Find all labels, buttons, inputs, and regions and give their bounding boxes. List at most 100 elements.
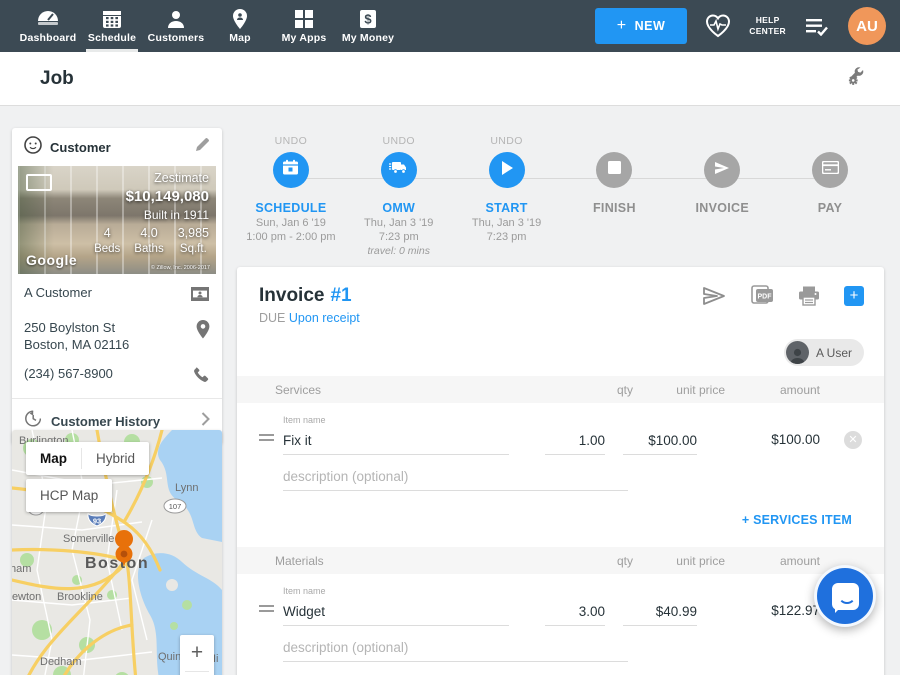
history-clock-icon [24, 410, 41, 432]
add-services-item-link[interactable]: + SERVICES ITEM [237, 513, 852, 527]
drag-handle-icon[interactable] [259, 600, 275, 626]
invoice-title: Invoice [259, 285, 324, 306]
map-zoom-control: + − [180, 635, 214, 675]
new-button[interactable]: + NEW [595, 8, 688, 44]
step-travel: travel: 0 mins [368, 245, 430, 257]
new-button-label: NEW [635, 19, 666, 33]
top-nav: Dashboard Schedule Customers Map [0, 0, 900, 52]
zillow-copyright: © Zillow, Inc. 2006-2017 [151, 265, 210, 271]
map-icon [232, 9, 248, 29]
invoice-number-link[interactable]: #1 [330, 285, 351, 306]
invoice-step-button[interactable] [704, 152, 740, 188]
map-button[interactable]: Map [26, 442, 81, 475]
svg-text:$: $ [364, 11, 372, 26]
service-qty-input[interactable] [545, 429, 605, 455]
material-description-input[interactable] [283, 636, 628, 662]
pay-step-button[interactable] [812, 152, 848, 188]
item-name-label: Item name [283, 415, 509, 425]
edit-pencil-icon[interactable] [194, 137, 210, 158]
service-description-field [283, 465, 628, 491]
hcp-map-button[interactable]: HCP Map [26, 479, 112, 512]
undo-omw-button[interactable]: UNDO [382, 135, 415, 149]
due-value-link[interactable]: Upon receipt [289, 311, 360, 325]
customer-face-icon [24, 136, 42, 159]
help-center-button[interactable]: HELP CENTER [749, 15, 786, 36]
user-avatar[interactable]: AU [848, 7, 886, 45]
user-silhouette-icon [786, 341, 809, 364]
send-invoice-icon[interactable] [702, 286, 726, 306]
col-amount: amount [725, 383, 820, 397]
property-photo[interactable]: Zestimate $10,149,080 Built in 1911 4 Be… [18, 166, 216, 274]
col-qty: qty [573, 554, 633, 568]
start-step-button[interactable] [489, 152, 525, 188]
customer-phone: (234) 567-8900 [24, 365, 193, 383]
zestimate-value: $10,149,080 [94, 187, 209, 207]
shield-93: 93 [93, 517, 101, 526]
print-icon[interactable] [798, 286, 820, 306]
stat-label: Baths [134, 242, 163, 258]
job-header-bar: Job [0, 52, 900, 106]
label-dedham: Dedham [40, 656, 82, 668]
stop-icon [608, 161, 621, 179]
step-time: 7:23 pm [487, 231, 527, 243]
step-invoice: INVOICE [668, 135, 776, 257]
service-line-item: Item name $100.00 ✕ [237, 403, 884, 491]
job-page: Dashboard Schedule Customers Map [0, 0, 900, 675]
add-invoice-button[interactable]: + [844, 286, 864, 306]
service-unit-price-input[interactable] [623, 429, 697, 455]
assigned-user-pill[interactable]: A User [784, 339, 864, 366]
customer-name: A Customer [24, 284, 190, 302]
undo-schedule-button[interactable]: UNDO [275, 135, 308, 149]
material-unit-price-field [623, 600, 697, 626]
step-label: SCHEDULE [255, 201, 326, 215]
hybrid-button[interactable]: Hybrid [82, 442, 149, 475]
contact-card-icon[interactable] [190, 284, 210, 308]
service-description-input[interactable] [283, 465, 628, 491]
step-label: START [485, 201, 527, 215]
zoom-in-button[interactable]: + [180, 635, 214, 671]
col-unit-price: unit price [633, 554, 725, 568]
job-settings-icon[interactable] [844, 63, 870, 94]
service-item-name-input[interactable] [283, 429, 509, 455]
step-pay: PAY [776, 135, 884, 257]
health-heart-icon[interactable] [705, 14, 731, 38]
nav-item-customers[interactable]: Customers [144, 0, 208, 52]
nav-item-dashboard[interactable]: Dashboard [16, 0, 80, 52]
help-center-line2: CENTER [749, 26, 786, 37]
step-time: 7:23 pm [379, 231, 419, 243]
location-pin-icon[interactable] [196, 319, 210, 344]
nav-item-schedule[interactable]: Schedule [80, 0, 144, 52]
nav-item-map[interactable]: Map [208, 0, 272, 52]
nav-label: Schedule [88, 32, 136, 44]
remove-service-item-button[interactable]: ✕ [844, 431, 862, 449]
finish-step-button[interactable] [596, 152, 632, 188]
phone-icon[interactable] [193, 365, 210, 388]
label-lynn: Lynn [175, 482, 198, 494]
chat-bubble-button[interactable] [814, 565, 876, 627]
due-label: DUE [259, 311, 285, 325]
nav-label: My Money [342, 32, 394, 44]
drag-handle-icon[interactable] [259, 429, 275, 455]
pdf-icon[interactable]: PDF [750, 285, 774, 306]
undo-start-button[interactable]: UNDO [490, 135, 523, 149]
shield-107: 107 [169, 502, 182, 511]
material-qty-input[interactable] [545, 600, 605, 626]
omw-step-button[interactable] [381, 152, 417, 188]
col-unit-price: unit price [633, 383, 725, 397]
nav-item-my-apps[interactable]: My Apps [272, 0, 336, 52]
tasks-checklist-icon[interactable] [804, 16, 830, 36]
stat-sqft: 3,985 Sq.ft. [178, 225, 209, 257]
material-unit-price-input[interactable] [623, 600, 697, 626]
material-item-name-input[interactable] [283, 600, 509, 626]
customer-address-row: 250 Boylston St Boston, MA 02116 [24, 319, 210, 354]
customer-card-title: Customer [50, 140, 111, 155]
section-name: Services [275, 383, 573, 397]
google-watermark: Google [26, 252, 77, 268]
calendar-icon [282, 159, 299, 181]
customer-history-label: Customer History [51, 414, 191, 429]
invoice-due: DUE Upon receipt [259, 311, 360, 325]
section-name: Materials [275, 554, 573, 568]
built-year: Built in 1911 [94, 207, 209, 223]
nav-item-my-money[interactable]: $ My Money [336, 0, 400, 52]
schedule-step-button[interactable] [273, 152, 309, 188]
